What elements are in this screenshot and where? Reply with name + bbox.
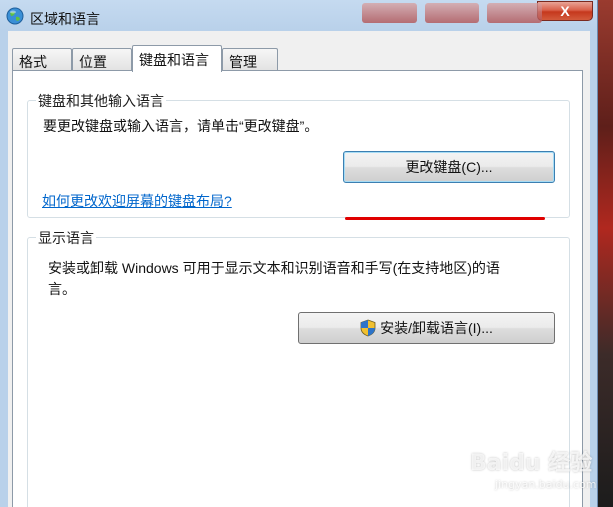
watermark-brand: Baidu 经验	[470, 451, 593, 476]
globe-icon	[6, 7, 24, 25]
uac-shield-icon	[360, 319, 376, 337]
background-buttons	[362, 0, 543, 27]
tab-format[interactable]: 格式	[12, 48, 72, 71]
welcome-screen-keyboard-link[interactable]: 如何更改欢迎屏幕的键盘布局?	[42, 191, 232, 211]
background-strip	[596, 0, 613, 507]
close-button[interactable]: X	[537, 1, 593, 21]
keyboard-group-title: 键盘和其他输入语言	[36, 91, 166, 111]
change-keyboards-button[interactable]: 更改键盘(C)...	[343, 151, 555, 183]
change-keyboards-label: 更改键盘(C)...	[405, 159, 493, 175]
tab-keyboards-languages[interactable]: 键盘和语言	[132, 45, 222, 72]
background-button	[424, 3, 480, 23]
tab-location[interactable]: 位置	[72, 48, 132, 71]
install-uninstall-label: 安装/卸载语言(I)...	[380, 320, 493, 336]
keyboard-description: 要更改键盘或输入语言，请单击“更改键盘”。	[43, 118, 319, 134]
tab-panel: 键盘和其他输入语言 要更改键盘或输入语言，请单击“更改键盘”。 更改键盘(C).…	[12, 70, 583, 507]
display-language-description-line2: 言。	[48, 281, 76, 297]
display-language-description-line1: 安装或卸载 Windows 可用于显示文本和识别语音和手写(在支持地区)的语	[48, 260, 500, 276]
background-button	[362, 3, 417, 23]
watermark-url: jingyan.baidu.com	[495, 478, 597, 491]
annotation-underline-button	[345, 217, 545, 220]
tab-administrative[interactable]: 管理	[222, 48, 278, 71]
window-title: 区域和语言	[30, 11, 100, 27]
keyboard-group: 键盘和其他输入语言 要更改键盘或输入语言，请单击“更改键盘”。 更改键盘(C).…	[27, 91, 570, 218]
display-language-title: 显示语言	[36, 228, 96, 248]
dialog-client-area: 格式 位置 键盘和语言 管理 键盘和其他输入语言 要更改键盘或输入语言，请单击“…	[8, 31, 590, 507]
background-button	[487, 3, 543, 23]
install-uninstall-languages-button[interactable]: 安装/卸载语言(I)...	[298, 312, 555, 344]
